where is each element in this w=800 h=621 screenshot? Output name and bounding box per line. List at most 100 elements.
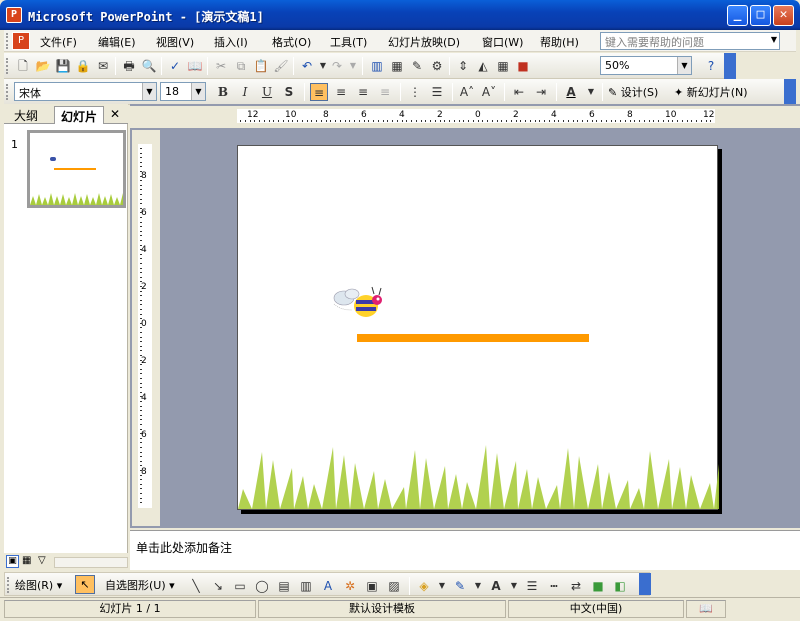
print-icon[interactable]: 🖶 bbox=[120, 57, 138, 75]
horizontal-scrollbar[interactable] bbox=[54, 557, 128, 568]
open-folder-icon[interactable]: 📂 bbox=[34, 57, 52, 75]
permission-icon[interactable]: 🔒 bbox=[74, 57, 92, 75]
font-color-icon[interactable]: A bbox=[562, 83, 580, 101]
3d-style-icon[interactable]: ◧ bbox=[611, 577, 629, 595]
menu-view[interactable]: 视图(V) bbox=[156, 34, 194, 50]
normal-view-icon[interactable]: ▣ bbox=[6, 555, 19, 568]
toolbar-options-icon[interactable] bbox=[784, 79, 796, 105]
menu-file[interactable]: 文件(F) bbox=[40, 34, 77, 50]
font-color-icon[interactable]: A bbox=[487, 577, 505, 595]
chevron-down-icon[interactable]: ▼ bbox=[505, 577, 523, 595]
bullets-icon[interactable]: ☰ bbox=[428, 83, 446, 101]
design-button[interactable]: ✎ 设计(S) bbox=[608, 84, 658, 100]
arrow-style-icon[interactable]: ⇄ bbox=[567, 577, 585, 595]
arrow-icon[interactable]: ↘ bbox=[209, 577, 227, 595]
increase-indent-icon[interactable]: ⇥ bbox=[532, 83, 550, 101]
menu-edit[interactable]: 编辑(E) bbox=[98, 34, 136, 50]
menu-tools[interactable]: 工具(T) bbox=[330, 34, 367, 50]
line-color-icon[interactable]: ✎ bbox=[451, 577, 469, 595]
diagram-icon[interactable]: ✲ bbox=[341, 577, 359, 595]
menu-insert[interactable]: 插入(I) bbox=[214, 34, 248, 50]
spelling-icon[interactable]: ✓ bbox=[166, 57, 184, 75]
numbering-icon[interactable]: ⋮ bbox=[406, 83, 424, 101]
orange-bar-shape[interactable] bbox=[357, 334, 589, 342]
save-icon[interactable]: 💾 bbox=[54, 57, 72, 75]
maximize-button[interactable]: □ bbox=[750, 5, 771, 26]
insert-picture-icon[interactable]: ▨ bbox=[385, 577, 403, 595]
wordart-icon[interactable]: A bbox=[319, 577, 337, 595]
chevron-down-icon[interactable]: ▼ bbox=[142, 83, 156, 100]
textbox-icon[interactable]: ▤ bbox=[275, 577, 293, 595]
tab-outline[interactable]: 大纲 bbox=[8, 106, 44, 124]
tables-borders-icon[interactable]: ✎ bbox=[408, 57, 426, 75]
underline-button[interactable]: U bbox=[258, 83, 276, 101]
slide-thumbnail[interactable] bbox=[27, 130, 126, 208]
chevron-down-icon[interactable]: ▼ bbox=[771, 35, 777, 44]
horizontal-ruler[interactable]: 12 10 8 6 4 2 0 2 4 6 8 10 12 bbox=[130, 106, 800, 128]
toolbar-options-icon[interactable] bbox=[639, 573, 651, 595]
shadow-style-icon[interactable]: ■ bbox=[589, 577, 607, 595]
toolbar-options-icon[interactable] bbox=[724, 53, 736, 79]
increase-font-icon[interactable]: A˄ bbox=[458, 83, 476, 101]
menu-format[interactable]: 格式(O) bbox=[272, 34, 311, 50]
close-pane-icon[interactable]: ✕ bbox=[110, 107, 120, 121]
new-document-icon[interactable]: 🗋 bbox=[14, 57, 32, 75]
format-painter-icon[interactable]: 🖌 bbox=[272, 57, 290, 75]
insert-diagram-icon[interactable]: ⚙ bbox=[428, 57, 446, 75]
email-icon[interactable]: ✉ bbox=[94, 57, 112, 75]
copy-icon[interactable]: ⧉ bbox=[232, 57, 250, 75]
chevron-down-icon[interactable]: ▼ bbox=[191, 83, 205, 100]
chevron-down-icon[interactable]: ▼ bbox=[582, 83, 600, 101]
chevron-down-icon[interactable]: ▼ bbox=[344, 57, 362, 75]
spelling-status-icon[interactable]: 📖 bbox=[686, 600, 726, 618]
italic-button[interactable]: I bbox=[236, 83, 254, 101]
document-icon[interactable]: P bbox=[12, 32, 30, 50]
notes-pane[interactable]: 单击此处添加备注 bbox=[130, 530, 800, 570]
menu-slideshow[interactable]: 幻灯片放映(D) bbox=[388, 34, 460, 50]
slideshow-view-icon[interactable]: ▽ bbox=[38, 555, 46, 566]
slide-sorter-view-icon[interactable]: ▦ bbox=[22, 555, 31, 566]
expand-icon[interactable]: ⇕ bbox=[454, 57, 472, 75]
chevron-down-icon[interactable]: ▼ bbox=[469, 577, 487, 595]
rectangle-icon[interactable]: ▭ bbox=[231, 577, 249, 595]
paste-icon[interactable]: 📋 bbox=[252, 57, 270, 75]
toolbar-grip[interactable] bbox=[6, 58, 9, 74]
bold-button[interactable]: B bbox=[214, 83, 232, 101]
tab-slides[interactable]: 幻灯片 bbox=[54, 106, 105, 124]
toolbar-grip[interactable] bbox=[7, 577, 10, 593]
close-button[interactable]: ✕ bbox=[773, 5, 794, 26]
zoom-select[interactable]: 50% ▼ bbox=[600, 56, 692, 75]
font-size-select[interactable]: 18 ▼ bbox=[160, 82, 206, 101]
decrease-font-icon[interactable]: A˅ bbox=[480, 83, 498, 101]
research-icon[interactable]: 📖 bbox=[186, 57, 204, 75]
toolbar-grip[interactable] bbox=[6, 33, 9, 49]
cut-icon[interactable]: ✂ bbox=[212, 57, 230, 75]
select-pointer-icon[interactable]: ↖ bbox=[75, 575, 95, 594]
powerpoint-app-icon[interactable]: P bbox=[6, 7, 22, 23]
clipart-icon[interactable]: ▣ bbox=[363, 577, 381, 595]
menu-help[interactable]: 帮助(H) bbox=[540, 34, 579, 50]
show-formatting-icon[interactable]: ◭ bbox=[474, 57, 492, 75]
align-right-icon[interactable]: ≡ bbox=[354, 83, 372, 101]
menu-window[interactable]: 窗口(W) bbox=[482, 34, 523, 50]
justify-icon[interactable]: ≡ bbox=[376, 83, 394, 101]
dash-style-icon[interactable]: ┅ bbox=[545, 577, 563, 595]
toolbar-grip[interactable] bbox=[6, 84, 9, 100]
line-icon[interactable]: ╲ bbox=[187, 577, 205, 595]
vertical-textbox-icon[interactable]: ▥ bbox=[297, 577, 315, 595]
new-slide-button[interactable]: ✦ 新幻灯片(N) bbox=[674, 84, 748, 100]
decrease-indent-icon[interactable]: ⇤ bbox=[510, 83, 528, 101]
help-icon[interactable]: ? bbox=[702, 57, 720, 75]
chevron-down-icon[interactable]: ▼ bbox=[433, 577, 451, 595]
font-name-select[interactable]: 宋体 ▼ bbox=[14, 82, 157, 101]
fill-color-icon[interactable]: ◈ bbox=[415, 577, 433, 595]
draw-menu-button[interactable]: 绘图(R) ▾ bbox=[15, 577, 62, 593]
print-preview-icon[interactable]: 🔍 bbox=[140, 57, 158, 75]
slide-canvas[interactable] bbox=[237, 145, 719, 510]
shadow-button[interactable]: S bbox=[280, 83, 298, 101]
autoshapes-button[interactable]: 自选图形(U) ▾ bbox=[105, 577, 175, 593]
line-style-icon[interactable]: ☰ bbox=[523, 577, 541, 595]
chevron-down-icon[interactable]: ▼ bbox=[677, 57, 691, 74]
oval-icon[interactable]: ◯ bbox=[253, 577, 271, 595]
align-left-icon[interactable]: ≡ bbox=[310, 83, 328, 101]
